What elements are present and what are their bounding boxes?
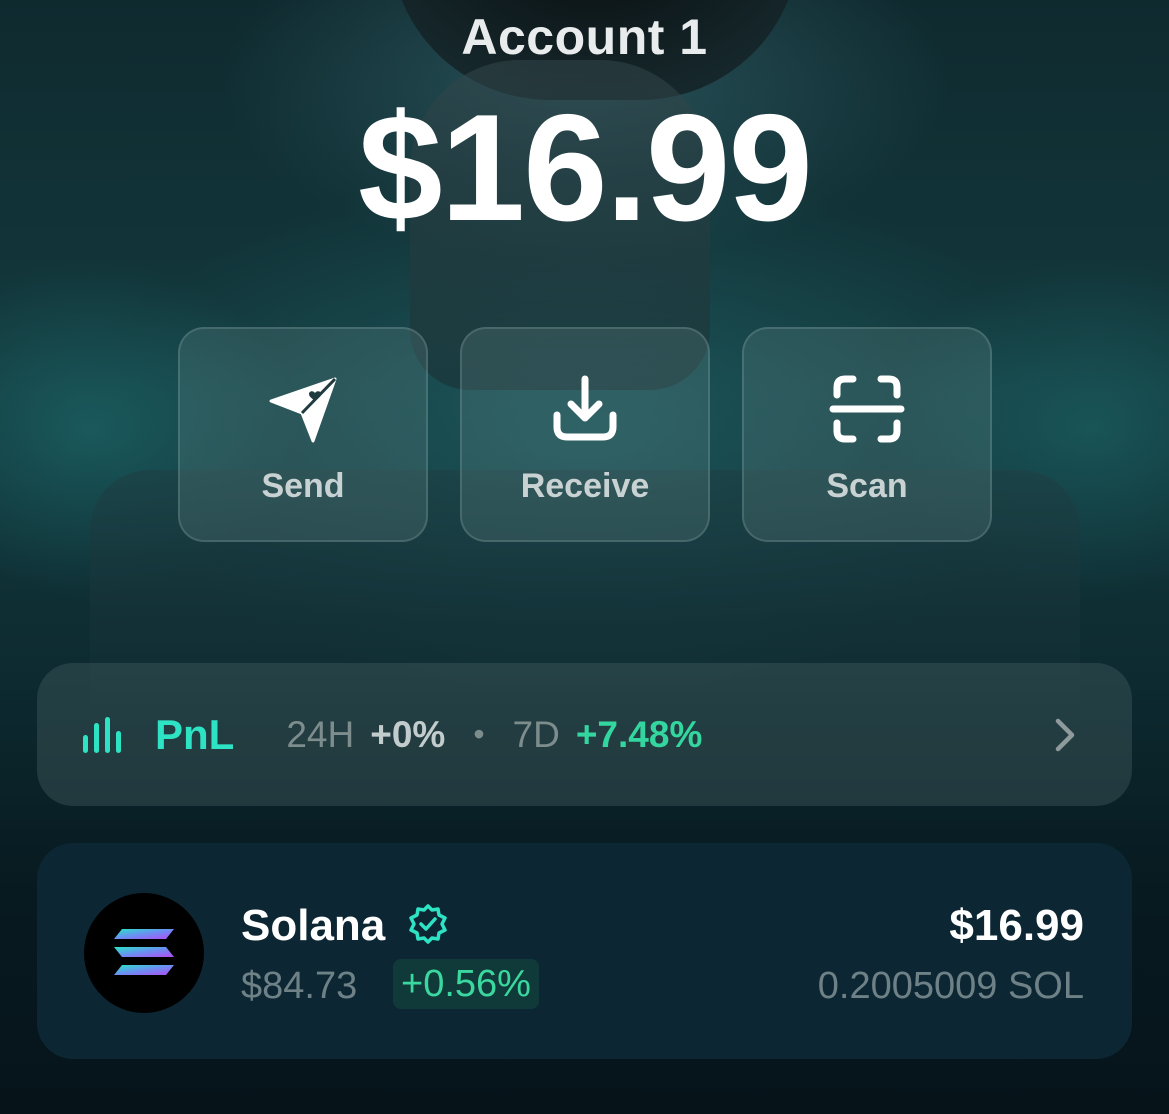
token-row-solana[interactable]: Solana $84.73 +0.56% $16.99 0.2005009 SO… [37,843,1132,1059]
token-value: $16.99 [949,901,1084,950]
solana-logo-icon [84,893,204,1013]
token-name: Solana [241,901,386,950]
token-amount: 0.2005009 SOL [817,965,1084,1007]
pnl-24h-label: 24H [286,713,355,755]
download-icon [553,375,617,441]
receive-button[interactable]: Receive [460,327,710,542]
bar-chart-icon [83,716,121,753]
send-label: Send [261,467,345,505]
pnl-summary-card[interactable]: PnL 24H +0% • 7D +7.48% [37,663,1132,806]
account-name[interactable]: Account 1 [0,8,1169,66]
scan-icon [829,375,905,443]
chevron-right-icon [1055,718,1075,751]
pnl-7d-value: +7.48% [575,713,703,755]
scan-button[interactable]: Scan [742,327,992,542]
token-change-badge: +0.56% [393,959,539,1009]
pnl-24h-value: +0% [370,713,446,755]
pnl-7d-label: 7D [512,713,560,755]
token-price: $84.73 [241,965,358,1007]
verified-badge-icon [409,904,447,944]
send-button[interactable]: Send [178,327,428,542]
pnl-label: PnL [155,710,235,758]
scan-label: Scan [826,467,908,505]
receive-label: Receive [520,467,650,505]
action-buttons: Send Receive Scan [178,327,992,542]
pnl-separator: • [473,716,485,752]
send-plane-icon [269,377,337,443]
total-balance: $16.99 [358,83,813,253]
